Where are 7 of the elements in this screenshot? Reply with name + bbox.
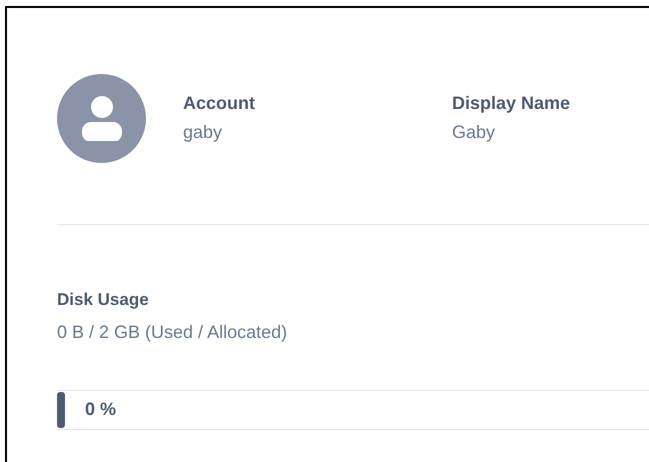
- progress-reading: 0 %: [85, 398, 116, 421]
- field-value: gaby: [183, 121, 224, 144]
- field-label: Display Name: [452, 92, 572, 115]
- disk-usage-label: Disk Usage: [57, 289, 150, 311]
- disk-usage-value: 0 B / 2 GB (Used / Allocated): [57, 320, 288, 344]
- field-value: Gaby: [452, 121, 496, 144]
- field-label: Account: [183, 92, 256, 115]
